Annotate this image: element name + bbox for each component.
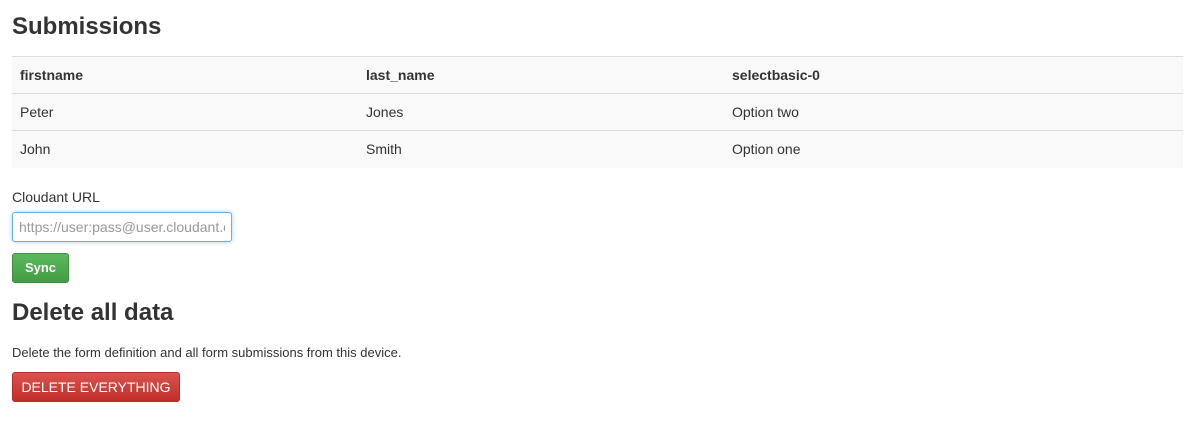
sync-button[interactable]: Sync xyxy=(12,253,69,283)
cloudant-url-label: Cloudant URL xyxy=(12,189,100,205)
submissions-table: firstname last_name selectbasic-0 Peter … xyxy=(12,56,1183,168)
column-header-last-name: last_name xyxy=(358,56,724,94)
delete-everything-button[interactable]: DELETE EVERYTHING xyxy=(12,372,180,402)
column-header-selectbasic: selectbasic-0 xyxy=(724,56,1183,94)
page: Submissions firstname last_name selectba… xyxy=(0,0,1196,426)
table-cell: Peter xyxy=(12,93,358,131)
table-header-row: firstname last_name selectbasic-0 xyxy=(12,56,1183,94)
table-cell: Option one xyxy=(724,130,1183,168)
delete-description: Delete the form definition and all form … xyxy=(12,345,402,360)
table-row: John Smith Option one xyxy=(12,130,1183,168)
table-cell: Smith xyxy=(358,130,724,168)
table-cell: Option two xyxy=(724,93,1183,131)
delete-heading: Delete all data xyxy=(12,299,174,326)
table-cell: John xyxy=(12,130,358,168)
submissions-heading: Submissions xyxy=(12,13,162,40)
cloudant-url-input[interactable] xyxy=(12,212,232,242)
table-cell: Jones xyxy=(358,93,724,131)
table-row: Peter Jones Option two xyxy=(12,93,1183,131)
column-header-firstname: firstname xyxy=(12,56,358,94)
